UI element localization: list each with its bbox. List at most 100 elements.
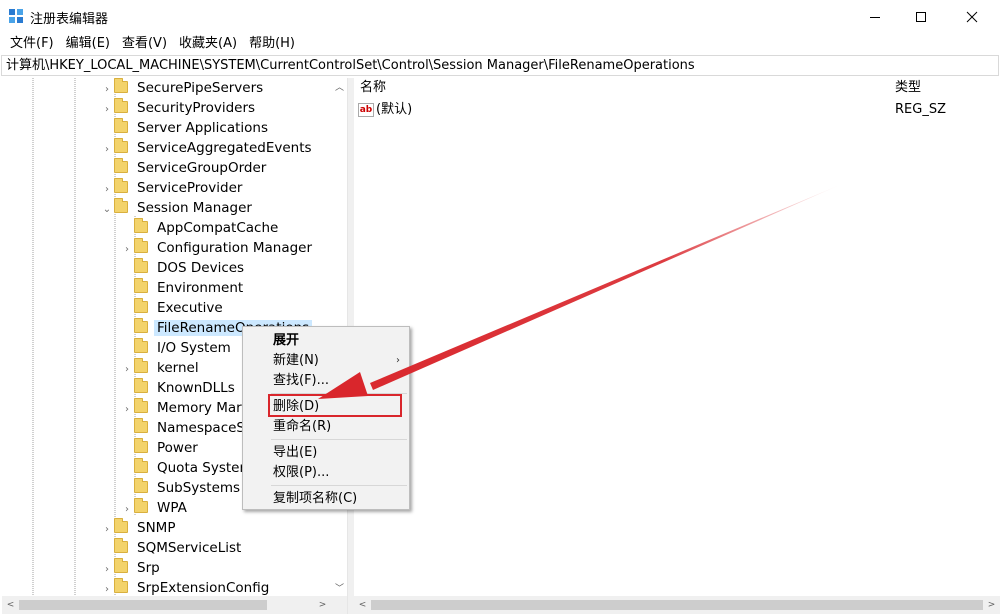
tree-item-label: ServiceGroupOrder bbox=[137, 160, 267, 176]
menu-bar: 文件(F) 编辑(E) 查看(V) 收藏夹(A) 帮助(H) bbox=[0, 33, 1000, 55]
tree-item[interactable]: I/O System bbox=[120, 338, 234, 358]
chevron-right-icon[interactable]: › bbox=[100, 560, 114, 580]
tree-item[interactable]: NamespaceS bbox=[120, 418, 248, 438]
scroll-right-icon[interactable]: > bbox=[983, 596, 1000, 614]
column-header-name[interactable]: 名称 bbox=[360, 78, 386, 98]
folder-icon bbox=[114, 578, 128, 593]
tree-item[interactable]: KnownDLLs bbox=[120, 378, 238, 398]
tree-item[interactable]: AppCompatCache bbox=[120, 218, 281, 238]
menu-item-new-label: 新建(N) bbox=[273, 353, 319, 368]
menu-edit[interactable]: 编辑(E) bbox=[60, 33, 116, 55]
folder-icon bbox=[114, 518, 128, 533]
maximize-icon bbox=[916, 11, 926, 22]
tree-item[interactable]: Quota Syster bbox=[120, 458, 248, 478]
scroll-thumb[interactable] bbox=[19, 600, 267, 610]
menu-item-find[interactable]: 查找(F)... bbox=[244, 370, 408, 391]
tree-item[interactable]: › Configuration Manager bbox=[120, 238, 315, 258]
tree-item-label: Configuration Manager bbox=[157, 240, 313, 256]
address-bar[interactable]: 计算机\HKEY_LOCAL_MACHINE\SYSTEM\CurrentCon… bbox=[1, 55, 999, 76]
tree-item[interactable]: › SecurityProviders bbox=[100, 98, 258, 118]
scroll-left-icon[interactable]: < bbox=[354, 596, 371, 614]
folder-icon bbox=[134, 218, 148, 233]
tree-item[interactable]: › SrpExtensionConfig bbox=[100, 578, 272, 598]
tree-horizontal-scrollbar[interactable]: < > bbox=[2, 596, 347, 614]
tree-item-label: Executive bbox=[157, 300, 223, 316]
menu-item-expand[interactable]: 展开 bbox=[244, 330, 408, 351]
chevron-right-icon[interactable]: › bbox=[100, 520, 114, 540]
minimize-button[interactable] bbox=[852, 0, 898, 33]
scroll-left-icon[interactable]: < bbox=[2, 596, 19, 614]
folder-icon bbox=[134, 418, 148, 433]
chevron-down-icon[interactable]: ⌄ bbox=[100, 200, 114, 220]
tree-item-label: Quota Syster bbox=[157, 460, 246, 476]
value-horizontal-scrollbar[interactable]: < > bbox=[354, 596, 1000, 614]
folder-icon bbox=[114, 198, 128, 213]
folder-icon bbox=[114, 138, 128, 153]
folder-icon bbox=[114, 98, 128, 113]
column-header-type[interactable]: 类型 bbox=[895, 78, 921, 98]
tree-item-label: SQMServiceList bbox=[137, 540, 242, 556]
value-row[interactable]: ab (默认) REG_SZ bbox=[358, 100, 998, 120]
chevron-right-icon[interactable]: › bbox=[100, 80, 114, 100]
tree-item-label: Srp bbox=[137, 560, 160, 576]
tree-item[interactable]: › SecurePipeServers bbox=[100, 78, 266, 98]
folder-icon bbox=[134, 398, 148, 413]
value-list[interactable]: 名称 类型 ab (默认) REG_SZ < > bbox=[354, 78, 1000, 614]
scroll-right-icon[interactable]: > bbox=[314, 596, 331, 614]
tree-item[interactable]: SubSystems bbox=[120, 478, 243, 498]
tree-item[interactable]: › Srp bbox=[100, 558, 163, 578]
tree-item[interactable]: Power bbox=[120, 438, 201, 458]
chevron-right-icon[interactable]: › bbox=[100, 100, 114, 120]
menu-file[interactable]: 文件(F) bbox=[4, 33, 60, 55]
chevron-right-icon[interactable]: › bbox=[100, 180, 114, 200]
tree-item-label: ServiceAggregatedEvents bbox=[137, 140, 312, 156]
folder-icon bbox=[134, 258, 148, 273]
scroll-thumb[interactable] bbox=[371, 600, 983, 610]
folder-icon bbox=[114, 158, 128, 173]
tree-item[interactable]: › WPA bbox=[120, 498, 190, 518]
folder-icon bbox=[114, 78, 128, 93]
folder-icon bbox=[134, 358, 148, 373]
tree-item[interactable]: › SNMP bbox=[100, 518, 178, 538]
menu-item-new[interactable]: 新建(N) › bbox=[244, 350, 408, 371]
submenu-arrow-icon: › bbox=[396, 355, 400, 366]
menu-item-export[interactable]: 导出(E) bbox=[244, 442, 408, 463]
tree-item[interactable]: ServiceGroupOrder bbox=[100, 158, 269, 178]
regedit-icon bbox=[9, 9, 23, 23]
folder-icon bbox=[114, 118, 128, 133]
chevron-right-icon[interactable]: › bbox=[120, 240, 134, 260]
tree-item-label: WPA bbox=[157, 500, 187, 516]
folder-icon bbox=[134, 338, 148, 353]
window-title: 注册表编辑器 bbox=[30, 12, 109, 27]
scroll-down-icon[interactable]: ﹀ bbox=[331, 579, 347, 596]
folder-icon bbox=[134, 378, 148, 393]
chevron-right-icon[interactable]: › bbox=[120, 360, 134, 380]
chevron-right-icon[interactable]: › bbox=[100, 140, 114, 160]
tree-item[interactable]: Environment bbox=[120, 278, 246, 298]
menu-item-copy-key-name[interactable]: 复制项名称(C) bbox=[244, 488, 408, 509]
tree-item-label: Memory Mar bbox=[157, 400, 242, 416]
tree-item[interactable]: DOS Devices bbox=[120, 258, 247, 278]
folder-icon bbox=[114, 538, 128, 553]
chevron-right-icon[interactable]: › bbox=[120, 400, 134, 420]
tree-item[interactable]: › kernel bbox=[120, 358, 202, 378]
tree-item[interactable]: Server Applications bbox=[100, 118, 271, 138]
menu-item-permissions[interactable]: 权限(P)... bbox=[244, 462, 408, 483]
tree-item[interactable]: › ServiceProvider bbox=[100, 178, 245, 198]
folder-icon bbox=[134, 498, 148, 513]
menu-favorites[interactable]: 收藏夹(A) bbox=[173, 33, 243, 55]
tree-item[interactable]: ⌄ Session Manager bbox=[100, 198, 255, 218]
tree-item[interactable]: Executive bbox=[120, 298, 226, 318]
close-button[interactable] bbox=[944, 0, 1000, 33]
tree-item[interactable]: › ServiceAggregatedEvents bbox=[100, 138, 315, 158]
menu-item-rename[interactable]: 重命名(R) bbox=[244, 416, 408, 437]
maximize-button[interactable] bbox=[898, 0, 944, 33]
tree-item[interactable]: › Memory Mar bbox=[120, 398, 245, 418]
chevron-right-icon[interactable]: › bbox=[120, 500, 134, 520]
menu-view[interactable]: 查看(V) bbox=[116, 33, 173, 55]
menu-help[interactable]: 帮助(H) bbox=[243, 33, 301, 55]
scroll-up-icon[interactable]: ︿ bbox=[331, 78, 347, 95]
tree-item[interactable]: SQMServiceList bbox=[100, 538, 244, 558]
menu-separator bbox=[271, 439, 407, 440]
string-value-icon: ab bbox=[358, 103, 374, 117]
